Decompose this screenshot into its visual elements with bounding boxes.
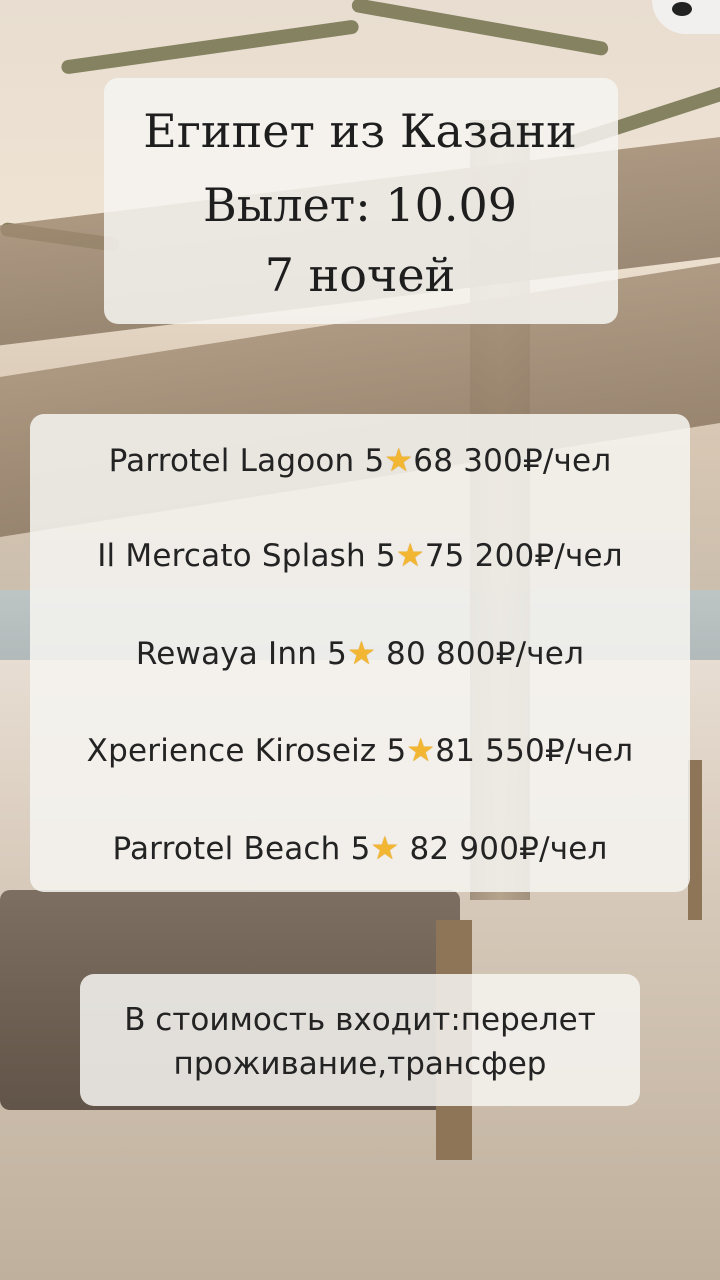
hotel-name: Il Mercato Splash bbox=[97, 538, 366, 574]
hotel-stars: 5 bbox=[350, 831, 371, 867]
hotel-name: Parrotel Beach bbox=[112, 831, 341, 867]
menu-icon bbox=[672, 2, 692, 16]
included-line-1: В стоимость входит:перелет bbox=[124, 1002, 596, 1038]
hotel-price: 68 300₽/чел bbox=[413, 443, 612, 479]
star-icon: ★ bbox=[347, 634, 376, 672]
palm-frond bbox=[350, 0, 610, 57]
title-nights: 7 ночей bbox=[264, 248, 456, 302]
hotel-name: Rewaya Inn bbox=[135, 636, 318, 672]
hotel-price: 81 550₽/чел bbox=[435, 733, 634, 769]
star-icon: ★ bbox=[395, 536, 425, 574]
title-destination: Египет из Казани bbox=[143, 104, 577, 158]
included-line-2: проживание,трансфер bbox=[173, 1046, 547, 1082]
hotel-price: 82 900₽/чел bbox=[399, 831, 608, 867]
hotel-row: Rewaya Inn 5★ 80 800₽/чел bbox=[0, 636, 720, 672]
hotel-row: Parrotel Beach 5★ 82 900₽/чел bbox=[0, 831, 720, 867]
hotel-row: Xperience Kiroseiz 5★81 550₽/чел bbox=[0, 733, 720, 769]
hotel-stars: 5 bbox=[386, 733, 407, 769]
hotel-row: Parrotel Lagoon 5★68 300₽/чел bbox=[0, 443, 720, 479]
included-card bbox=[80, 974, 640, 1106]
hotel-row: Il Mercato Splash 5★75 200₽/чел bbox=[0, 538, 720, 574]
palm-frond bbox=[60, 19, 360, 75]
hotel-name: Xperience Kiroseiz bbox=[86, 733, 377, 769]
hotel-stars: 5 bbox=[364, 443, 385, 479]
title-departure: Вылет: 10.09 bbox=[202, 178, 518, 232]
hotel-stars: 5 bbox=[327, 636, 348, 672]
star-icon: ★ bbox=[384, 441, 414, 479]
hotel-stars: 5 bbox=[375, 538, 396, 574]
star-icon: ★ bbox=[370, 829, 400, 867]
star-icon: ★ bbox=[406, 731, 436, 769]
hotel-name: Parrotel Lagoon bbox=[108, 443, 355, 479]
hotel-price: 75 200₽/чел bbox=[424, 538, 623, 574]
hotel-price: 80 800₽/чел bbox=[376, 636, 585, 672]
